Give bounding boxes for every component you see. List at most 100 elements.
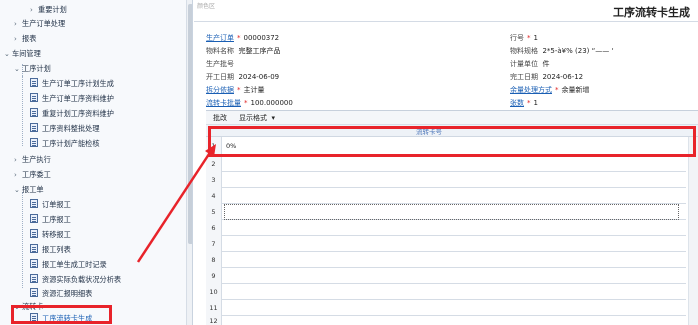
table-row[interactable]: 2 xyxy=(206,156,686,172)
sheets-value: 1 xyxy=(533,99,538,107)
card-no-cell[interactable] xyxy=(224,284,679,300)
end-date-field[interactable]: 完工日期 2024-06-12 xyxy=(510,71,583,83)
batch-change-button[interactable]: 批改 xyxy=(210,112,230,124)
column-header-card-no[interactable]: 流转卡号 xyxy=(416,126,442,136)
card-qty-label[interactable]: 流转卡批量 xyxy=(206,99,241,107)
row-number: 7 xyxy=(206,236,222,252)
table-row[interactable]: 9 xyxy=(206,268,686,284)
sheets-field[interactable]: 张数 * 1 xyxy=(510,97,538,109)
sidebar-item-flow-card-generate[interactable]: 工序流转卡生成 xyxy=(30,312,92,325)
row-number: 8 xyxy=(206,252,222,268)
card-no-cell[interactable] xyxy=(224,268,679,284)
card-no-cell[interactable] xyxy=(224,156,679,172)
remainder-method-label[interactable]: 余量处理方式 xyxy=(510,86,552,94)
sidebar-scrollbar[interactable] xyxy=(186,0,192,325)
document-icon xyxy=(30,123,38,132)
remainder-method-field[interactable]: 余量处理方式 * 余量新增 xyxy=(510,84,590,96)
table-row[interactable]: 11 xyxy=(206,300,686,316)
sidebar-item-process-batch[interactable]: 工序资料整批处理 xyxy=(30,122,100,136)
material-spec-field[interactable]: 物料规格 2*5-à¥% (23) “—— ‘ xyxy=(510,45,614,57)
document-icon xyxy=(30,244,38,253)
line-no-field[interactable]: 行号 * 1 xyxy=(510,32,538,44)
material-name-value: 完整工序产品 xyxy=(238,47,281,55)
table-row[interactable]: 10 xyxy=(206,284,686,300)
sidebar-item-order-report[interactable]: 订单报工 xyxy=(30,198,71,212)
sidebar-item-production-order[interactable]: › 生产订单处理 xyxy=(14,17,65,31)
material-name-field[interactable]: 物料名称 完整工序产品 xyxy=(206,45,280,57)
material-spec-value: 2*5-à¥% (23) “—— ‘ xyxy=(542,47,614,55)
required-marker: * xyxy=(237,86,241,94)
grid-scrollbar[interactable] xyxy=(688,137,698,325)
line-no-value: 1 xyxy=(533,34,538,42)
sidebar-item-resource-load[interactable]: 资源实际负载状况分析表 xyxy=(30,273,121,287)
document-icon xyxy=(30,259,38,268)
display-format-button[interactable]: 显示格式 ▾ xyxy=(236,112,278,124)
order-no-field[interactable]: 生产订单 * 00000372 xyxy=(206,32,279,44)
sidebar-scrollbar-thumb[interactable] xyxy=(188,4,192,244)
row-number: 4 xyxy=(206,188,222,204)
card-no-cell[interactable] xyxy=(224,204,679,220)
sidebar-item-outsourcing[interactable]: › 工序委工 xyxy=(14,168,51,182)
sidebar-item-order-process-plan-gen[interactable]: 生产订单工序计划生成 xyxy=(30,77,114,91)
chevron-down-icon: ⌄ xyxy=(14,65,20,73)
table-row[interactable]: 4 xyxy=(206,188,686,204)
document-icon xyxy=(30,138,38,147)
sheets-label[interactable]: 张数 xyxy=(510,99,524,107)
sidebar-item-production-execution[interactable]: › 生产执行 xyxy=(14,153,51,167)
row-number: 10 xyxy=(206,284,222,300)
sidebar-item-reports[interactable]: › 报表 xyxy=(14,32,36,46)
sidebar-item-capacity-check[interactable]: 工序计划产能检核 xyxy=(30,137,100,151)
card-no-cell[interactable] xyxy=(224,316,679,325)
main-panel: 颜色区 工序流转卡生成 生产订单 * 00000372 物料名称 完整工序产品 生产… xyxy=(194,0,698,325)
card-no-cell[interactable] xyxy=(224,188,679,204)
card-no-cell[interactable] xyxy=(224,172,679,188)
document-icon xyxy=(30,313,38,322)
document-icon xyxy=(30,199,38,208)
table-row[interactable]: 8 xyxy=(206,252,686,268)
card-no-cell[interactable] xyxy=(224,300,679,316)
start-date-label: 开工日期 xyxy=(206,73,234,81)
split-basis-label[interactable]: 拆分依据 xyxy=(206,86,234,94)
sidebar-item-report-hours[interactable]: 报工单生成工时记录 xyxy=(30,258,107,272)
unit-label: 计量单位 xyxy=(510,60,538,68)
table-row[interactable]: 5 xyxy=(206,204,686,220)
card-no-cell[interactable]: 0% xyxy=(224,137,679,156)
start-date-value: 2024-06-09 xyxy=(238,73,280,81)
card-no-cell[interactable] xyxy=(224,220,679,236)
split-basis-field[interactable]: 拆分依据 * 主计量 xyxy=(206,84,265,96)
batch-no-field[interactable]: 生产批号 xyxy=(206,58,238,70)
sidebar-item-resource-detail[interactable]: 资源汇报明细表 xyxy=(30,287,92,301)
card-no-cell[interactable] xyxy=(224,236,679,252)
navigation-sidebar: › 重要计划 › 生产订单处理 › 报表 ⌄ 车间管理 ⌄ 工序计划 生产订单工序计划生成… xyxy=(0,0,193,325)
material-spec-label: 物料规格 xyxy=(510,47,538,55)
chevron-right-icon: › xyxy=(14,156,17,164)
card-qty-field[interactable]: 流转卡批量 * 100.000000 xyxy=(206,97,293,109)
sidebar-item-workshop-management[interactable]: ⌄ 车间管理 xyxy=(4,47,41,61)
row-number: 12 xyxy=(206,316,222,325)
table-row[interactable]: 1 0% xyxy=(206,137,686,156)
sidebar-item-important-plan[interactable]: › 重要计划 xyxy=(30,3,67,17)
table-row[interactable]: 6 xyxy=(206,220,686,236)
document-icon xyxy=(30,288,38,297)
chevron-right-icon: › xyxy=(30,6,33,14)
card-no-cell[interactable] xyxy=(224,252,679,268)
tree-guide-line xyxy=(22,76,23,146)
card-qty-value: 100.000000 xyxy=(250,99,293,107)
start-date-field[interactable]: 开工日期 2024-06-09 xyxy=(206,71,279,83)
table-row[interactable]: 7 xyxy=(206,236,686,252)
table-row[interactable]: 3 xyxy=(206,172,686,188)
end-date-label: 完工日期 xyxy=(510,73,538,81)
unit-field[interactable]: 计量单位 件 xyxy=(510,58,549,70)
sidebar-item-repeat-plan-maint[interactable]: 重复计划工序资料维护 xyxy=(30,107,114,121)
row-number: 1 xyxy=(206,137,222,156)
sidebar-item-process-plan[interactable]: ⌄ 工序计划 xyxy=(14,62,51,76)
sidebar-item-work-report[interactable]: ⌄ 报工单 xyxy=(14,183,44,197)
order-no-label[interactable]: 生产订单 xyxy=(206,34,234,42)
sidebar-item-order-process-maint[interactable]: 生产订单工序资料维护 xyxy=(30,92,114,106)
row-number: 2 xyxy=(206,156,222,172)
material-name-label: 物料名称 xyxy=(206,47,234,55)
sidebar-item-report-list[interactable]: 报工列表 xyxy=(30,243,71,257)
table-row[interactable]: 12 xyxy=(206,316,686,325)
sidebar-item-transfer-report[interactable]: 转移报工 xyxy=(30,228,71,242)
sidebar-item-process-report[interactable]: 工序报工 xyxy=(30,213,71,227)
